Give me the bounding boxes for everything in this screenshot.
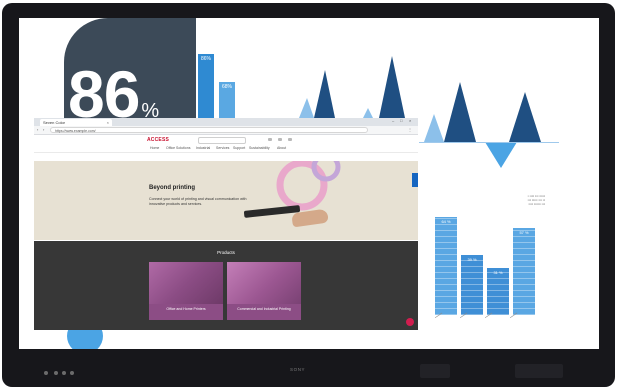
triangle-4 [379, 56, 405, 118]
front-sensor-panel [515, 364, 563, 378]
triangle-6 [444, 82, 476, 142]
browser-tab[interactable]: Seven Color × [40, 119, 112, 126]
right-bar-2-label: 39 % [467, 257, 477, 262]
triangle-1 [299, 98, 314, 118]
triangle-5 [424, 114, 444, 142]
right-bar-1 [435, 217, 457, 315]
nav-item-home[interactable]: Home [150, 146, 159, 150]
triangle-3 [363, 108, 373, 118]
right-bar-2 [461, 255, 483, 315]
maximize-icon[interactable]: □ [400, 118, 402, 123]
hero-banner: Beyond printing Connect your world of pr… [34, 161, 418, 240]
right-bar-4 [513, 228, 535, 315]
right-bar-1-label: 64 % [441, 219, 451, 224]
device-brand: SONY [290, 367, 306, 372]
url-field[interactable]: https://www.example.com/ [50, 127, 368, 133]
right-bar-3 [487, 268, 509, 315]
menu-icon[interactable]: ⋮ [408, 127, 412, 132]
tab-strip: Seven Color × – □ × [34, 118, 418, 126]
front-port-panel [420, 364, 450, 378]
display-device: 86% 86% 68% 64 % 39 % 31 % 57 % ▪ ▪▪▪▪ ▪▪▪ … [0, 0, 617, 390]
tab-title: Seven Color [43, 120, 66, 125]
product-image-office [149, 262, 223, 304]
products-section: Products Office and Home Printers Commer… [34, 241, 418, 330]
triangle-2 [314, 70, 335, 118]
bezel-button-1[interactable] [44, 371, 48, 375]
right-bar-3-label: 31 % [493, 270, 503, 275]
chart-note-1: ▪ ▪▪▪▪ ▪▪▪ ▪▪▪▪▪ ▪▪▪ ▪▪▪▪▪ ▪▪▪ ▪▪ ▪▪▪▪ ▪▪▪… [527, 194, 545, 206]
right-bar-4-label: 57 % [519, 230, 529, 235]
minimize-icon[interactable]: – [392, 118, 394, 123]
triangle-7 [485, 142, 517, 168]
product-card-industrial-label: Commercial and Industrial Printing [237, 307, 291, 311]
hero-title: Beyond printing [149, 185, 195, 191]
site-logo[interactable]: ACCESS [147, 137, 169, 143]
nav-item-office[interactable]: Office Solutions [166, 146, 190, 150]
nav-item-services[interactable]: Services [216, 146, 229, 150]
products-heading: Products [217, 250, 235, 255]
forward-icon[interactable]: › [43, 127, 44, 132]
nav-item-support[interactable]: Support [233, 146, 245, 150]
bezel-button-3[interactable] [62, 371, 66, 375]
bezel-button-4[interactable] [70, 371, 74, 375]
browser-window: Seven Color × – □ × ‹ › https://www.examp… [34, 118, 418, 330]
bezel-button-2[interactable] [54, 371, 58, 375]
back-icon[interactable]: ‹ [37, 127, 38, 132]
cart-icon[interactable] [288, 138, 292, 141]
site-search-input[interactable] [198, 137, 246, 144]
hero-subtitle: Connect your world of printing and visua… [149, 197, 247, 206]
address-bar-row: ‹ › https://www.example.com/ ⋮ [34, 126, 418, 135]
site-header: ACCESS [34, 135, 418, 144]
product-image-industrial [227, 262, 301, 304]
nav-item-industrial[interactable]: Industrial [196, 146, 210, 150]
region-icon[interactable] [278, 138, 282, 141]
triangle-8 [509, 92, 541, 142]
close-tab-icon[interactable]: × [107, 119, 109, 126]
product-card-office-label: Office and Home Printers [166, 307, 206, 311]
nav-item-about[interactable]: About [277, 146, 286, 150]
nav-item-sustainability[interactable]: Sustainability [249, 146, 270, 150]
chat-tab-button[interactable] [412, 173, 418, 187]
feedback-button[interactable] [406, 318, 414, 326]
account-icon[interactable] [268, 138, 272, 141]
site-nav: Home Office Solutions Industrial Service… [34, 145, 418, 153]
product-card-industrial[interactable]: Commercial and Industrial Printing [227, 262, 301, 320]
product-card-office[interactable]: Office and Home Printers [149, 262, 223, 320]
close-window-icon[interactable]: × [409, 118, 411, 123]
